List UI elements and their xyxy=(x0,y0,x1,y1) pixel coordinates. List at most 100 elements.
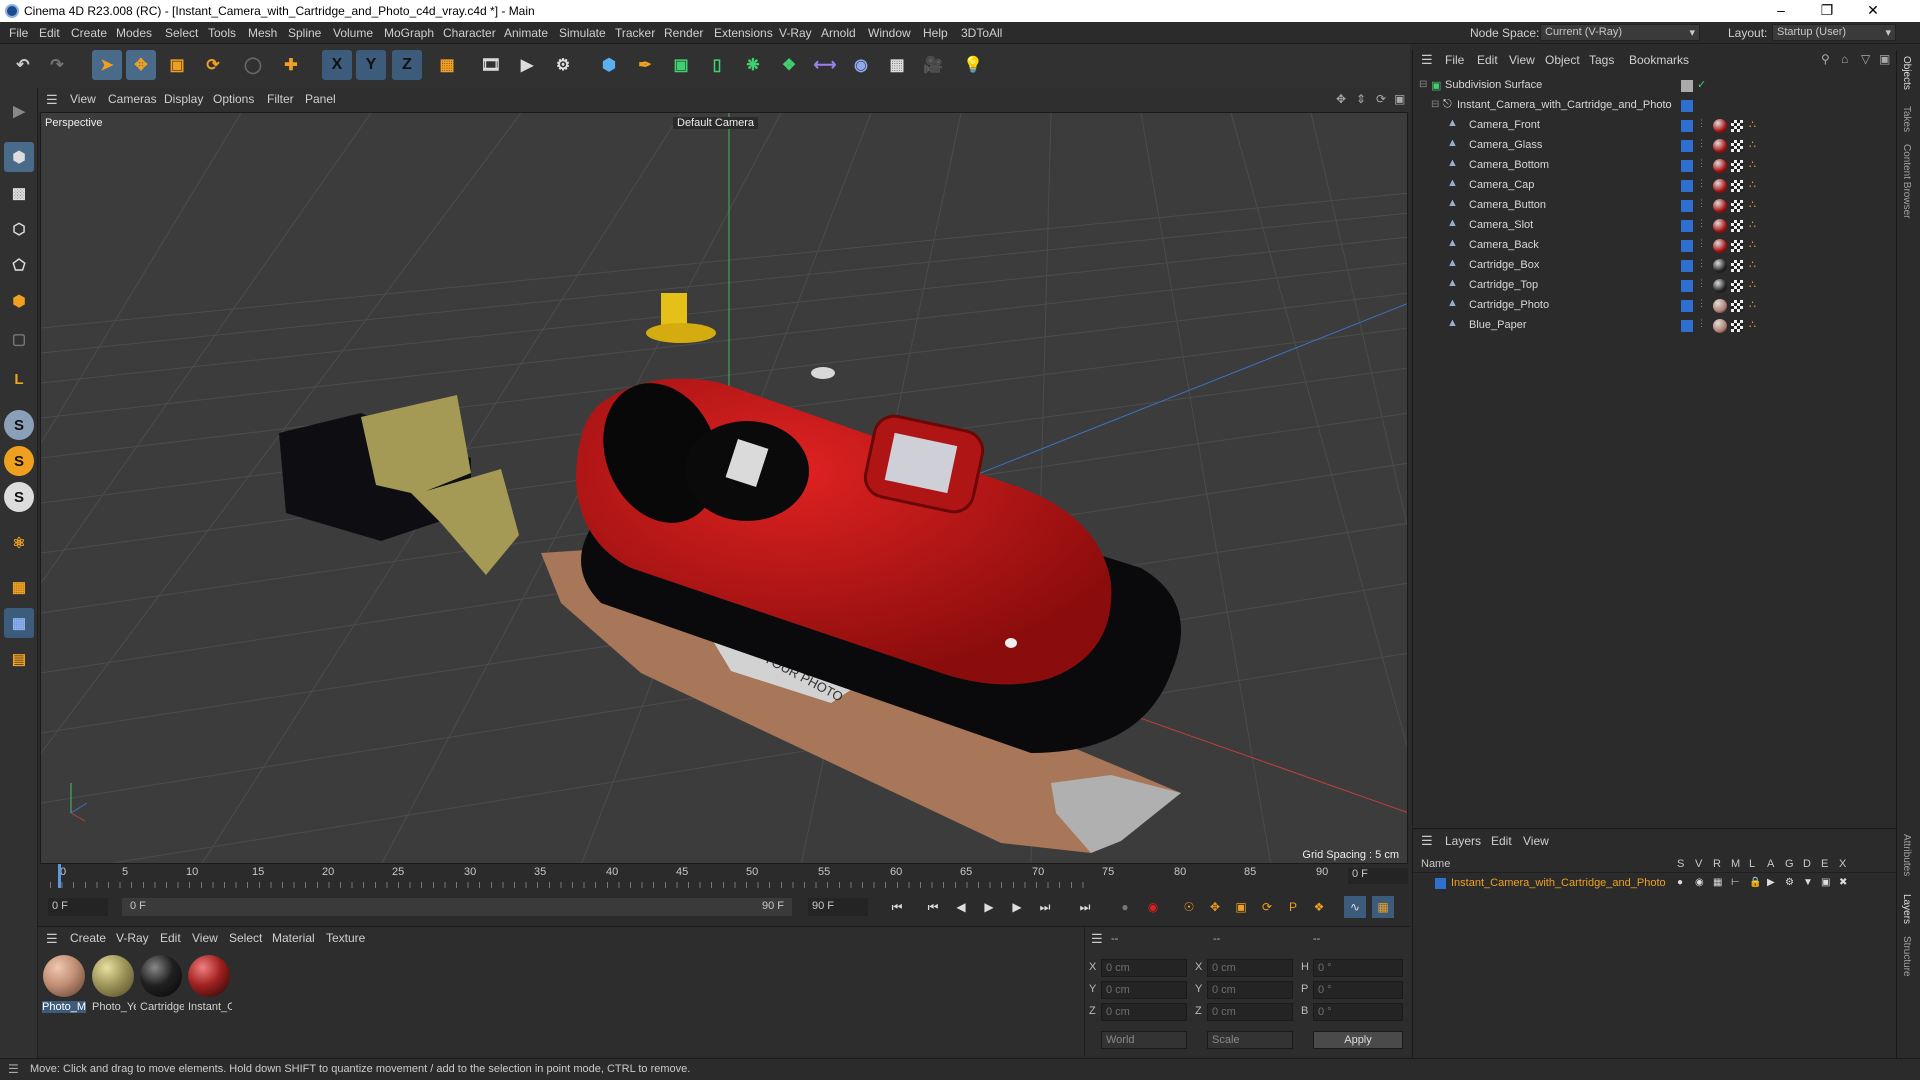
autokey-icon[interactable]: ◉ xyxy=(1142,896,1164,918)
menu-animate[interactable]: Animate xyxy=(504,26,548,40)
menu-arnold[interactable]: Arnold xyxy=(821,26,856,40)
menu-spline[interactable]: Spline xyxy=(288,26,321,40)
layer-swatch[interactable] xyxy=(1681,100,1693,112)
end-frame-field[interactable]: 90 F xyxy=(808,898,868,916)
coordinate-system-icon[interactable]: ▦ xyxy=(432,50,462,80)
size-y-field[interactable]: 0 cm xyxy=(1207,981,1293,999)
collapse-icon[interactable]: ⊟ xyxy=(1419,79,1427,90)
vray-tag-icon[interactable]: ∴ xyxy=(1749,318,1756,331)
uvw-tag-icon[interactable] xyxy=(1731,260,1743,272)
uvw-tag-icon[interactable] xyxy=(1731,220,1743,232)
cube-object-icon[interactable]: ⬢ xyxy=(594,50,624,80)
next-key-icon[interactable]: ⏭ xyxy=(1034,896,1056,918)
deformer-icon[interactable]: ⟷ xyxy=(810,50,840,80)
menu-simulate[interactable]: Simulate xyxy=(559,26,606,40)
uvw-tag-icon[interactable] xyxy=(1731,160,1743,172)
vray-tag-icon[interactable]: ∴ xyxy=(1749,138,1756,151)
material-label[interactable]: Photo_Ye xyxy=(92,1001,136,1013)
rotation-p-field[interactable]: 0 ° xyxy=(1313,981,1403,999)
menu-extensions[interactable]: Extensions xyxy=(714,26,773,40)
material-menu-view[interactable]: View xyxy=(192,931,218,945)
object-row[interactable]: ▲ Camera_Bottom ⋮ ∴ xyxy=(1413,156,1897,176)
current-frame-field[interactable]: 0 F xyxy=(1348,868,1408,884)
menu-tracker[interactable]: Tracker xyxy=(615,26,655,40)
locked-workplane-icon[interactable]: ▦ xyxy=(4,608,34,638)
menu-3dtoall[interactable]: 3DToAll xyxy=(961,26,1002,40)
material-label[interactable]: Instant_C xyxy=(188,1001,232,1013)
layers-menu-layers[interactable]: Layers xyxy=(1445,834,1481,848)
rotation-b-field[interactable]: 0 ° xyxy=(1313,1003,1403,1021)
interpolation-icon[interactable]: ∿ xyxy=(1344,896,1366,918)
camera-icon[interactable]: 🎥 xyxy=(918,50,948,80)
menu-tools[interactable]: Tools xyxy=(208,26,236,40)
material-tag-icon[interactable] xyxy=(1713,239,1727,253)
key-parameter-icon[interactable]: P xyxy=(1282,896,1304,918)
uvw-tag-icon[interactable] xyxy=(1731,200,1743,212)
floor-icon[interactable]: ▦ xyxy=(882,50,912,80)
viewport-rotate-icon[interactable]: ⟳ xyxy=(1376,92,1386,106)
extrude-icon[interactable]: ▯ xyxy=(702,50,732,80)
layer-flag-icon[interactable]: ● xyxy=(1677,877,1683,888)
layer-flag-icon[interactable]: ▼ xyxy=(1803,877,1813,888)
hamburger-icon[interactable]: ☰ xyxy=(1091,931,1103,947)
layer-swatch[interactable] xyxy=(1681,280,1693,292)
viewport-menu-view[interactable]: View xyxy=(70,92,96,106)
object-row[interactable]: ▲ Cartridge_Top ⋮ ∴ xyxy=(1413,276,1897,296)
timeline-playhead[interactable] xyxy=(58,864,61,888)
uvw-tag-icon[interactable] xyxy=(1731,300,1743,312)
collapse-icon[interactable]: ⊟ xyxy=(1431,99,1439,110)
enabled-check-icon[interactable]: ✓ xyxy=(1697,78,1706,91)
layer-flag-icon[interactable]: ✖ xyxy=(1839,877,1847,888)
menu-mesh[interactable]: Mesh xyxy=(248,26,277,40)
menu-window[interactable]: Window xyxy=(868,26,911,40)
live-selection-icon[interactable]: ◯ xyxy=(238,50,268,80)
mograph-icon[interactable]: ❖ xyxy=(774,50,804,80)
objects-menu-view[interactable]: View xyxy=(1509,53,1535,67)
node-space-dropdown[interactable]: Current (V-Ray) ▾ xyxy=(1540,24,1700,41)
hamburger-icon[interactable]: ☰ xyxy=(1421,52,1433,68)
material-menu-edit[interactable]: Edit xyxy=(160,931,181,945)
material-tag-icon[interactable] xyxy=(1713,159,1727,173)
y-axis-lock-icon[interactable]: Y xyxy=(356,50,386,80)
menu-edit[interactable]: Edit xyxy=(39,26,60,40)
visibility-dots-icon[interactable]: ⋮ xyxy=(1697,238,1706,249)
field-icon[interactable]: ◉ xyxy=(846,50,876,80)
render-settings-icon[interactable]: ⚙ xyxy=(548,50,578,80)
viewport-move-icon[interactable]: ✥ xyxy=(1336,92,1346,106)
visibility-dots-icon[interactable]: ⋮ xyxy=(1697,158,1706,169)
menu-render[interactable]: Render xyxy=(664,26,703,40)
position-x-field[interactable]: 0 cm xyxy=(1101,959,1187,977)
viewport-menu-options[interactable]: Options xyxy=(213,92,254,106)
layer-color-swatch[interactable] xyxy=(1435,878,1446,889)
hamburger-icon[interactable]: ☰ xyxy=(46,92,58,108)
3d-viewport[interactable]: YOUR PHOTO Perspective Default Camera Gr… xyxy=(40,112,1408,864)
next-frame-icon[interactable]: ▶ xyxy=(1006,896,1028,918)
visibility-dots-icon[interactable]: ⋮ xyxy=(1697,198,1706,209)
layer-swatch[interactable] xyxy=(1681,320,1693,332)
key-position-icon[interactable]: ✥ xyxy=(1204,896,1226,918)
material-tag-icon[interactable] xyxy=(1713,199,1727,213)
filter-icon[interactable]: ▽ xyxy=(1861,52,1870,66)
pen-spline-icon[interactable]: ✒ xyxy=(630,50,660,80)
viewport-menu-cameras[interactable]: Cameras xyxy=(108,92,157,106)
material-swatch-photo-m[interactable] xyxy=(43,955,85,997)
position-y-field[interactable]: 0 cm xyxy=(1101,981,1187,999)
menu-modes[interactable]: Modes xyxy=(116,26,152,40)
tab-content-browser[interactable]: Content Browser xyxy=(1901,144,1912,218)
layer-flag-icon[interactable]: ▣ xyxy=(1821,877,1830,888)
vray-tag-icon[interactable]: ∴ xyxy=(1749,238,1756,251)
snap-icon[interactable]: S xyxy=(4,410,34,440)
scale-tool-icon[interactable]: ▣ xyxy=(162,50,192,80)
vray-tag-icon[interactable]: ∴ xyxy=(1749,298,1756,311)
visibility-dots-icon[interactable]: ⋮ xyxy=(1697,138,1706,149)
key-pla-icon[interactable]: ❖ xyxy=(1308,896,1330,918)
layer-flag-icon[interactable]: ⚙ xyxy=(1785,877,1794,888)
size-x-field[interactable]: 0 cm xyxy=(1207,959,1293,977)
layer-swatch[interactable] xyxy=(1681,300,1693,312)
material-menu-select[interactable]: Select xyxy=(229,931,262,945)
hamburger-icon[interactable]: ☰ xyxy=(8,1062,19,1076)
material-menu-vray[interactable]: V-Ray xyxy=(116,931,149,945)
scale-mode-dropdown[interactable]: Scale xyxy=(1207,1031,1293,1049)
object-row[interactable]: ▲ Cartridge_Photo ⋮ ∴ xyxy=(1413,296,1897,316)
frame-range-slider[interactable]: 0 F 90 F xyxy=(122,898,792,916)
